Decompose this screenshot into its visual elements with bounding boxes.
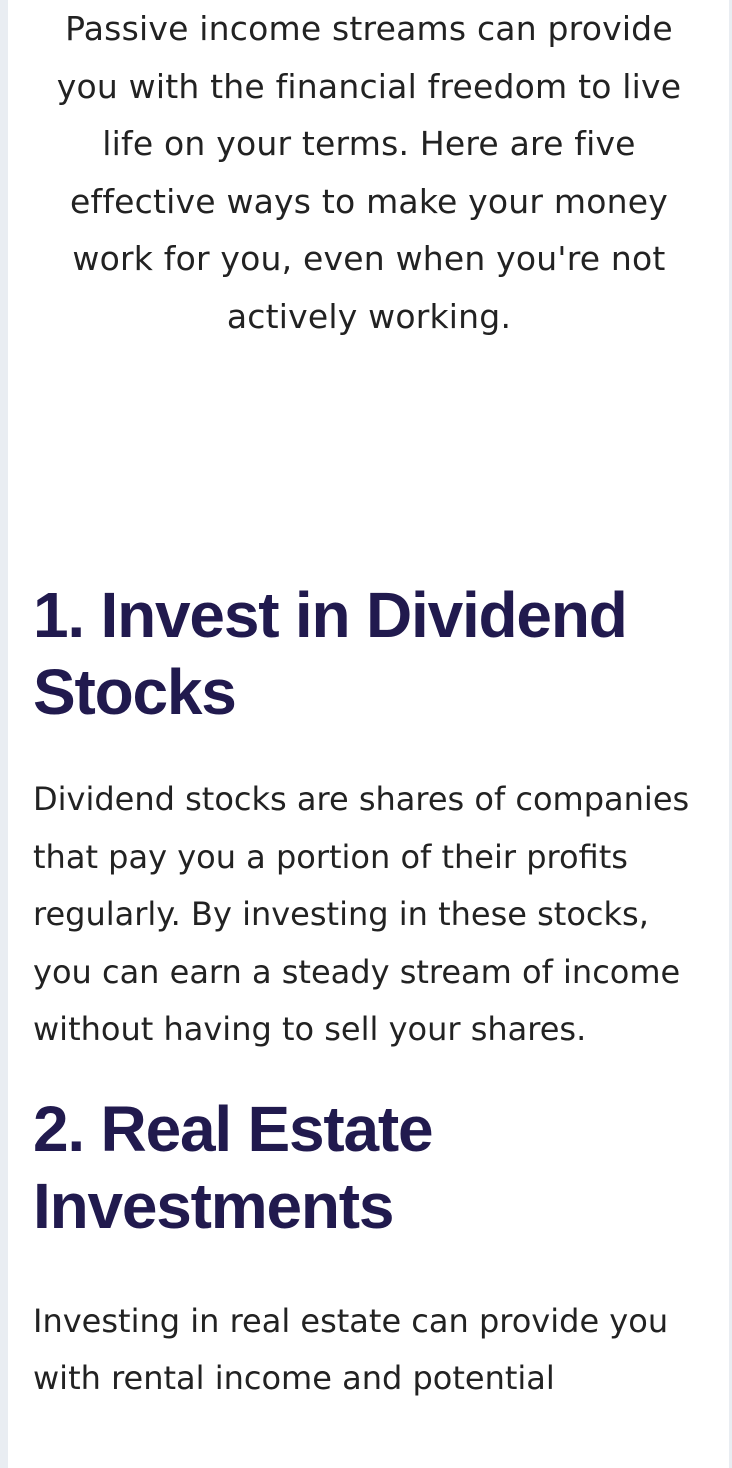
section-body-real-estate: Investing in real estate can provide you… [33,1301,669,1398]
intro-paragraph: Passive income streams can provide you w… [56,9,682,336]
section-body-dividend-stocks: Dividend stocks are shares of companies … [33,780,690,1048]
section-heading-real-estate: 2. Real Estate Investments [33,1092,434,1242]
section-heading-dividend-stocks: 1. Invest in Dividend Stocks [33,579,628,728]
article-page: Passive income streams can provide you w… [8,0,729,1468]
